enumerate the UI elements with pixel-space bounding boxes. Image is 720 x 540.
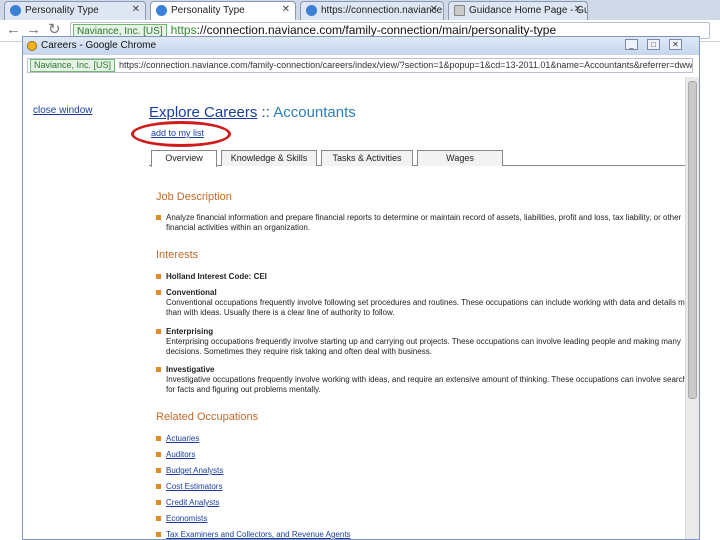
tab-wages[interactable]: Wages — [417, 150, 503, 166]
interest-text-line: Conventional occupations frequently invo… — [166, 298, 685, 307]
bullet-icon — [156, 329, 161, 334]
related-occupation-link[interactable]: Actuaries — [166, 434, 685, 444]
tab-knowledge-skills[interactable]: Knowledge & Skills — [221, 150, 317, 166]
interest-title: Conventional — [166, 288, 217, 297]
related-occupation-link[interactable]: Economists — [166, 514, 685, 524]
interest-title: Enterprising — [166, 327, 214, 336]
maximize-icon[interactable]: □ — [647, 39, 660, 50]
page-title: Explore Careers :: Accountants — [149, 104, 356, 121]
vertical-scrollbar[interactable] — [685, 77, 699, 539]
related-occupation-link[interactable]: Auditors — [166, 450, 685, 460]
url-scheme: https — [170, 23, 197, 37]
bullet-icon — [156, 516, 161, 521]
holland-code-text: Holland Interest Code: CEI — [166, 272, 267, 281]
interest-title: Investigative — [166, 365, 215, 374]
job-description-item: Analyze financial information and prepar… — [156, 213, 685, 233]
ev-certificate-badge[interactable]: Naviance, Inc. [US] — [30, 59, 116, 72]
site-favicon-icon — [10, 5, 21, 16]
interest-text-line: Investigative occupations frequently inv… — [166, 375, 685, 384]
bullet-icon — [156, 452, 161, 457]
career-tabs: Overview Knowledge & Skills Tasks & Acti… — [149, 150, 685, 167]
related-occupation-link[interactable]: Credit Analysts — [166, 498, 685, 508]
job-text-line: financial activities within an organizat… — [166, 223, 311, 232]
close-window-icon[interactable]: ✕ — [669, 39, 682, 50]
red-highlight-circle — [131, 121, 231, 147]
browser-tab-1[interactable]: Personality Type ✕ — [4, 1, 146, 20]
interests-heading: Interests — [156, 249, 199, 261]
explore-careers-link[interactable]: Explore Careers — [149, 104, 257, 121]
browser-tab-label: https://connection.naviance — [321, 5, 443, 16]
related-occupation-item: Cost Estimators — [156, 482, 685, 492]
interest-enterprising: Enterprising Enterprising occupations fr… — [156, 327, 685, 357]
close-icon[interactable]: ✕ — [430, 4, 438, 15]
related-occupation-item: Tax Examiners and Collectors, and Revenu… — [156, 530, 685, 539]
bullet-icon — [156, 532, 161, 537]
related-occupation-item: Economists — [156, 514, 685, 524]
browser-tab-3[interactable]: https://connection.naviance ✕ — [300, 1, 444, 20]
browser-tab-4[interactable]: Guidance Home Page - Guid ✕ — [448, 1, 588, 20]
page-favicon-icon — [454, 5, 465, 16]
related-occupation-link[interactable]: Tax Examiners and Collectors, and Revenu… — [166, 530, 685, 539]
bullet-icon — [156, 274, 161, 279]
interest-text-line: Enterprising occupations frequently invo… — [166, 337, 681, 346]
bullet-icon — [156, 484, 161, 489]
url-path: ://connection.naviance.com/family-connec… — [196, 23, 557, 37]
popup-address-bar[interactable]: Naviance, Inc. [US] https://connection.na… — [27, 58, 693, 73]
interest-conventional: Conventional Conventional occupations fr… — [156, 288, 685, 318]
popup-title: Careers - Google Chrome — [41, 40, 157, 51]
tab-tasks-activities[interactable]: Tasks & Activities — [321, 150, 413, 166]
minimize-icon[interactable]: _ — [625, 39, 638, 50]
popup-title-bar: Careers - Google Chrome _ □ ✕ — [23, 37, 699, 55]
job-description-heading: Job Description — [156, 191, 232, 203]
bullet-icon — [156, 500, 161, 505]
bullet-icon — [156, 215, 161, 220]
browser-tab-label: Personality Type — [25, 5, 99, 16]
close-icon[interactable]: ✕ — [132, 4, 140, 15]
related-occupation-link[interactable]: Budget Analysts — [166, 466, 685, 476]
close-window-link[interactable]: close window — [33, 105, 92, 116]
interest-text-line: decisions. Sometimes they require risk t… — [166, 347, 432, 356]
job-text-line: Analyze financial information and prepar… — [166, 213, 682, 222]
bullet-icon — [156, 436, 161, 441]
browser-tab-2[interactable]: Personality Type ✕ — [150, 1, 296, 20]
page-content: close window Explore Careers :: Accounta… — [23, 77, 685, 539]
bullet-icon — [156, 468, 161, 473]
interest-text-line: than with ideas. Usually there is a clea… — [166, 308, 395, 317]
popup-url: https://connection.naviance.com/family-c… — [119, 60, 693, 70]
related-occupations-heading: Related Occupations — [156, 411, 259, 423]
holland-code-item: Holland Interest Code: CEI — [156, 272, 685, 282]
title-separator: :: — [257, 104, 274, 121]
bullet-icon — [156, 367, 161, 372]
career-name: Accountants — [273, 104, 356, 121]
back-arrow-icon[interactable]: ← — [6, 22, 21, 38]
browser-tab-label: Guidance Home Page - Guid — [469, 5, 588, 16]
careers-popup-window: Careers - Google Chrome _ □ ✕ Naviance, … — [22, 36, 700, 540]
interest-investigative: Investigative Investigative occupations … — [156, 365, 685, 395]
browser-tab-label: Personality Type — [171, 5, 245, 16]
browser-tab-strip: Personality Type ✕ Personality Type ✕ ht… — [0, 0, 720, 20]
related-occupation-item: Auditors — [156, 450, 685, 460]
scroll-thumb[interactable] — [688, 81, 697, 399]
tab-overview[interactable]: Overview — [151, 150, 217, 167]
close-icon[interactable]: ✕ — [282, 4, 290, 15]
site-favicon-icon — [306, 5, 317, 16]
chrome-logo-icon — [27, 41, 37, 51]
site-favicon-icon — [156, 5, 167, 16]
related-occupation-item: Credit Analysts — [156, 498, 685, 508]
related-occupation-link[interactable]: Cost Estimators — [166, 482, 685, 492]
interest-text-line: for facts and figuring out problems ment… — [166, 385, 321, 394]
related-occupation-item: Actuaries — [156, 434, 685, 444]
bullet-icon — [156, 290, 161, 295]
related-occupation-item: Budget Analysts — [156, 466, 685, 476]
close-icon[interactable]: ✕ — [574, 4, 582, 15]
